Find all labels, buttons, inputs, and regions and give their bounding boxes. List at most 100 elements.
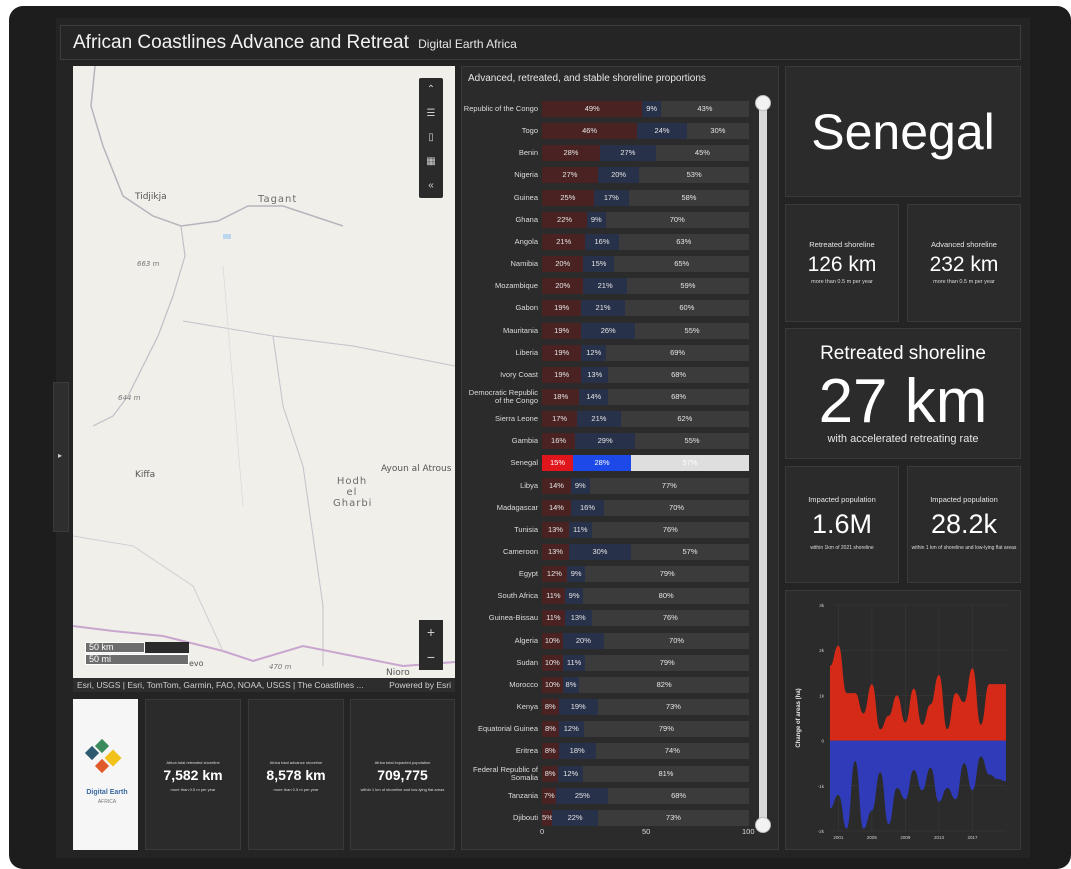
bar-row[interactable]: Ivory Coast 19% 13% 68% <box>462 366 752 385</box>
bar-row[interactable]: Tanzania 7% 25% 68% <box>462 787 752 806</box>
stable-segment[interactable]: 53% <box>639 167 749 184</box>
bar-row[interactable]: Benin 28% 27% 45% <box>462 145 752 163</box>
bar-row[interactable]: Republic of the Congo 49% 9% 43% <box>462 101 752 119</box>
stable-segment[interactable]: 77% <box>589 477 749 494</box>
advance-segment[interactable]: 16% <box>570 499 605 516</box>
advance-segment[interactable]: 9% <box>570 477 590 494</box>
retreat-segment[interactable]: 46% <box>542 123 638 140</box>
bar-row[interactable]: Democratic Republic of the Congo 18% 14% 68… <box>462 388 752 407</box>
stable-segment[interactable]: 70% <box>604 499 749 516</box>
stable-segment[interactable]: 76% <box>591 610 749 627</box>
advance-segment[interactable]: 16% <box>585 233 619 250</box>
advance-segment[interactable]: 15% <box>583 256 615 273</box>
bookmark-icon[interactable]: ▯ <box>419 126 443 150</box>
retreat-segment[interactable]: 18% <box>542 388 580 405</box>
bar-row[interactable]: Tunisia 13% 11% 76% <box>462 521 752 540</box>
advance-segment[interactable]: 14% <box>579 388 609 405</box>
bar-row[interactable]: Mauritania 19% 26% 55% <box>462 322 752 341</box>
map-view[interactable]: Tidjikja Tagant Kiffa Hodh el Gharbi Ayo… <box>73 66 455 692</box>
retreat-segment[interactable]: 8% <box>542 699 559 716</box>
retreat-segment[interactable]: 5% <box>542 809 553 826</box>
bar-row[interactable]: Angola 21% 16% 63% <box>462 233 752 252</box>
bar-row[interactable]: South Africa 11% 9% 80% <box>462 588 752 606</box>
bar-row[interactable]: Egypt 12% 9% 79% <box>462 566 752 584</box>
advance-segment[interactable]: 12% <box>558 721 584 738</box>
stable-segment[interactable]: 60% <box>624 300 749 317</box>
stable-segment[interactable]: 55% <box>635 433 749 450</box>
retreat-segment[interactable]: 11% <box>542 588 565 605</box>
advance-segment[interactable]: 12% <box>581 344 607 361</box>
stable-segment[interactable]: 76% <box>591 521 749 538</box>
retreat-segment[interactable]: 13% <box>542 544 569 560</box>
stable-segment[interactable]: 30% <box>686 123 749 140</box>
advance-segment[interactable]: 9% <box>642 101 661 117</box>
advance-segment[interactable]: 12% <box>558 765 583 782</box>
retreat-segment[interactable]: 27% <box>542 167 598 184</box>
retreat-segment[interactable]: 10% <box>542 654 563 671</box>
advance-segment[interactable]: 21% <box>577 411 621 428</box>
advance-segment[interactable]: 13% <box>581 366 609 383</box>
advance-segment[interactable]: 17% <box>593 189 629 206</box>
stable-segment[interactable]: 59% <box>626 278 749 295</box>
retreat-segment[interactable]: 49% <box>542 101 643 117</box>
retreat-segment[interactable]: 20% <box>542 278 584 295</box>
bar-row[interactable]: Namibia 20% 15% 65% <box>462 256 752 274</box>
zoom-out-button[interactable]: − <box>419 645 443 670</box>
retreat-segment[interactable]: 25% <box>542 189 594 206</box>
bar-row[interactable]: Madagascar 14% 16% 70% <box>462 499 752 518</box>
chevron-left-icon[interactable]: « <box>419 174 443 198</box>
advance-segment[interactable]: 18% <box>558 743 596 760</box>
stable-segment[interactable]: 73% <box>597 699 749 716</box>
stable-segment[interactable]: 45% <box>655 145 749 162</box>
retreat-segment[interactable]: 20% <box>542 256 584 273</box>
bar-row[interactable]: Kenya 8% 19% 73% <box>462 699 752 717</box>
stable-segment[interactable]: 74% <box>595 743 749 760</box>
bar-row[interactable]: Sudan 10% 11% 79% <box>462 654 752 673</box>
retreat-segment[interactable]: 10% <box>542 632 563 649</box>
bar-row[interactable]: Liberia 19% 12% 69% <box>462 344 752 363</box>
retreat-segment[interactable]: 13% <box>542 521 569 538</box>
stable-segment[interactable]: 79% <box>583 721 749 738</box>
advance-segment[interactable]: 29% <box>575 433 636 450</box>
stable-segment[interactable]: 79% <box>585 566 749 583</box>
stable-segment[interactable]: 82% <box>579 676 749 693</box>
retreat-segment[interactable]: 8% <box>542 721 559 738</box>
bar-row[interactable]: Federal Republic of Somalia 8% 12% 81% <box>462 765 752 784</box>
stable-segment[interactable]: 68% <box>608 388 749 405</box>
stable-segment[interactable]: 43% <box>660 101 749 117</box>
advance-segment[interactable]: 9% <box>564 588 584 605</box>
retreat-segment[interactable]: 16% <box>542 433 576 450</box>
stable-segment[interactable]: 68% <box>608 366 749 383</box>
advance-segment[interactable]: 26% <box>581 322 636 339</box>
advance-segment[interactable]: 13% <box>564 610 592 627</box>
advance-segment[interactable]: 25% <box>556 787 609 804</box>
side-panel-toggle[interactable]: ▸ <box>53 382 69 532</box>
retreat-segment[interactable]: 19% <box>542 366 582 383</box>
advance-segment[interactable]: 19% <box>558 699 598 716</box>
stable-segment[interactable]: 70% <box>604 632 749 649</box>
retreat-segment[interactable]: 19% <box>542 300 582 317</box>
bar-row[interactable]: Ghana 22% 9% 70% <box>462 211 752 230</box>
bar-row[interactable]: Djibouti 5% 22% 73% <box>462 809 752 828</box>
retreat-segment[interactable]: 10% <box>542 676 563 693</box>
advance-segment[interactable]: 9% <box>566 566 586 583</box>
retreat-segment[interactable]: 19% <box>542 344 582 361</box>
bar-row[interactable]: Morocco 10% 8% 82% <box>462 676 752 695</box>
retreat-segment[interactable]: 11% <box>542 610 565 627</box>
retreat-area[interactable] <box>830 740 1006 829</box>
bar-row[interactable]: Nigeria 27% 20% 53% <box>462 167 752 185</box>
advance-segment[interactable]: 22% <box>552 809 598 826</box>
advance-segment[interactable]: 27% <box>599 145 656 162</box>
retreat-segment[interactable]: 15% <box>542 455 574 472</box>
advance-segment[interactable]: 21% <box>581 300 625 317</box>
advance-area[interactable] <box>830 645 1006 741</box>
advance-segment[interactable]: 20% <box>597 167 640 184</box>
advance-segment[interactable]: 30% <box>568 544 631 560</box>
legend-icon[interactable]: ☰ <box>419 102 443 126</box>
advance-segment[interactable]: 9% <box>587 211 606 228</box>
bar-row[interactable]: Togo 46% 24% 30% <box>462 123 752 141</box>
stable-segment[interactable]: 68% <box>608 787 749 804</box>
retreat-segment[interactable]: 14% <box>542 477 571 494</box>
advance-segment[interactable]: 24% <box>637 123 687 140</box>
stable-segment[interactable]: 80% <box>583 588 749 605</box>
